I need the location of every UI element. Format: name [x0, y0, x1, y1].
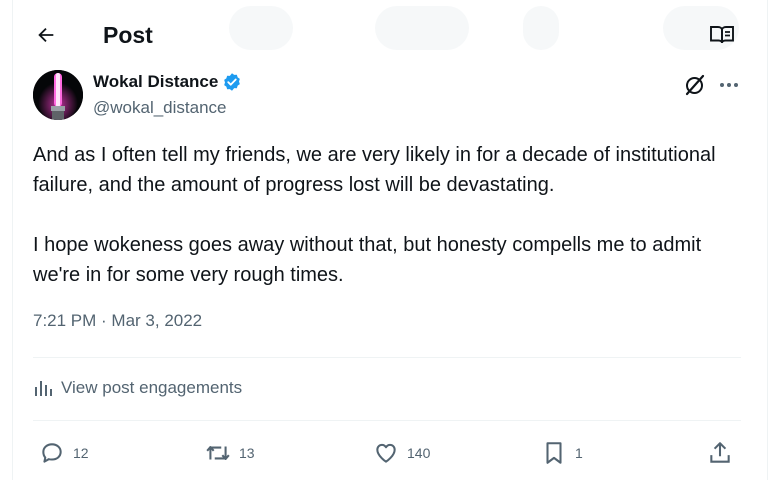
divider: [33, 357, 741, 358]
blurred-header-shape: [229, 6, 293, 50]
like-button[interactable]: 140: [373, 440, 430, 466]
avatar[interactable]: [33, 70, 83, 120]
bookmark-button[interactable]: 1: [541, 440, 583, 466]
view-engagements-label[interactable]: View post engagements: [61, 378, 242, 398]
repost-count: 13: [239, 445, 255, 461]
author-name-row[interactable]: Wokal Distance: [93, 72, 242, 92]
arrow-left-icon: [35, 24, 57, 46]
post-text: And as I often tell my friends, we are v…: [33, 140, 753, 290]
bookmark-icon: [541, 440, 567, 466]
more-horizontal-icon: [717, 73, 741, 97]
back-button[interactable]: [29, 18, 63, 52]
divider: [33, 420, 741, 421]
post-paragraph: I hope wokeness goes away without that, …: [33, 234, 702, 286]
bookmark-count: 1: [575, 445, 583, 461]
grok-slash-icon: [683, 73, 707, 97]
more-options-button[interactable]: [717, 73, 741, 97]
page-title: Post: [103, 22, 153, 48]
post-timestamp[interactable]: 7:21 PM · Mar 3, 2022: [33, 311, 202, 331]
action-bar: 12 13 140 1: [13, 436, 769, 472]
like-count: 140: [407, 445, 431, 461]
reader-mode-button[interactable]: [709, 24, 735, 48]
author-display-name[interactable]: Wokal Distance: [93, 72, 218, 92]
post-paragraph: And as I often tell my friends, we are v…: [33, 144, 716, 196]
grok-button[interactable]: [683, 73, 707, 97]
blurred-header-shape: [375, 6, 469, 50]
blurred-header-shape: [523, 6, 559, 50]
reply-bubble-icon: [39, 440, 65, 466]
analytics-bars-icon: [33, 378, 53, 398]
repost-arrows-icon: [205, 440, 231, 466]
post-detail-panel: Post Wokal Distance @wokal_distance And …: [12, 0, 768, 480]
reply-button[interactable]: 12: [39, 440, 89, 466]
open-book-icon: [709, 24, 735, 46]
verified-badge-icon: [222, 72, 242, 92]
view-engagements-link[interactable]: View post engagements: [33, 378, 242, 398]
reply-count: 12: [73, 445, 89, 461]
share-button[interactable]: [707, 440, 733, 466]
share-upload-icon: [707, 440, 733, 466]
header-bar: Post: [13, 0, 769, 72]
repost-button[interactable]: 13: [205, 440, 255, 466]
author-handle[interactable]: @wokal_distance: [93, 98, 227, 118]
heart-icon: [373, 440, 399, 466]
